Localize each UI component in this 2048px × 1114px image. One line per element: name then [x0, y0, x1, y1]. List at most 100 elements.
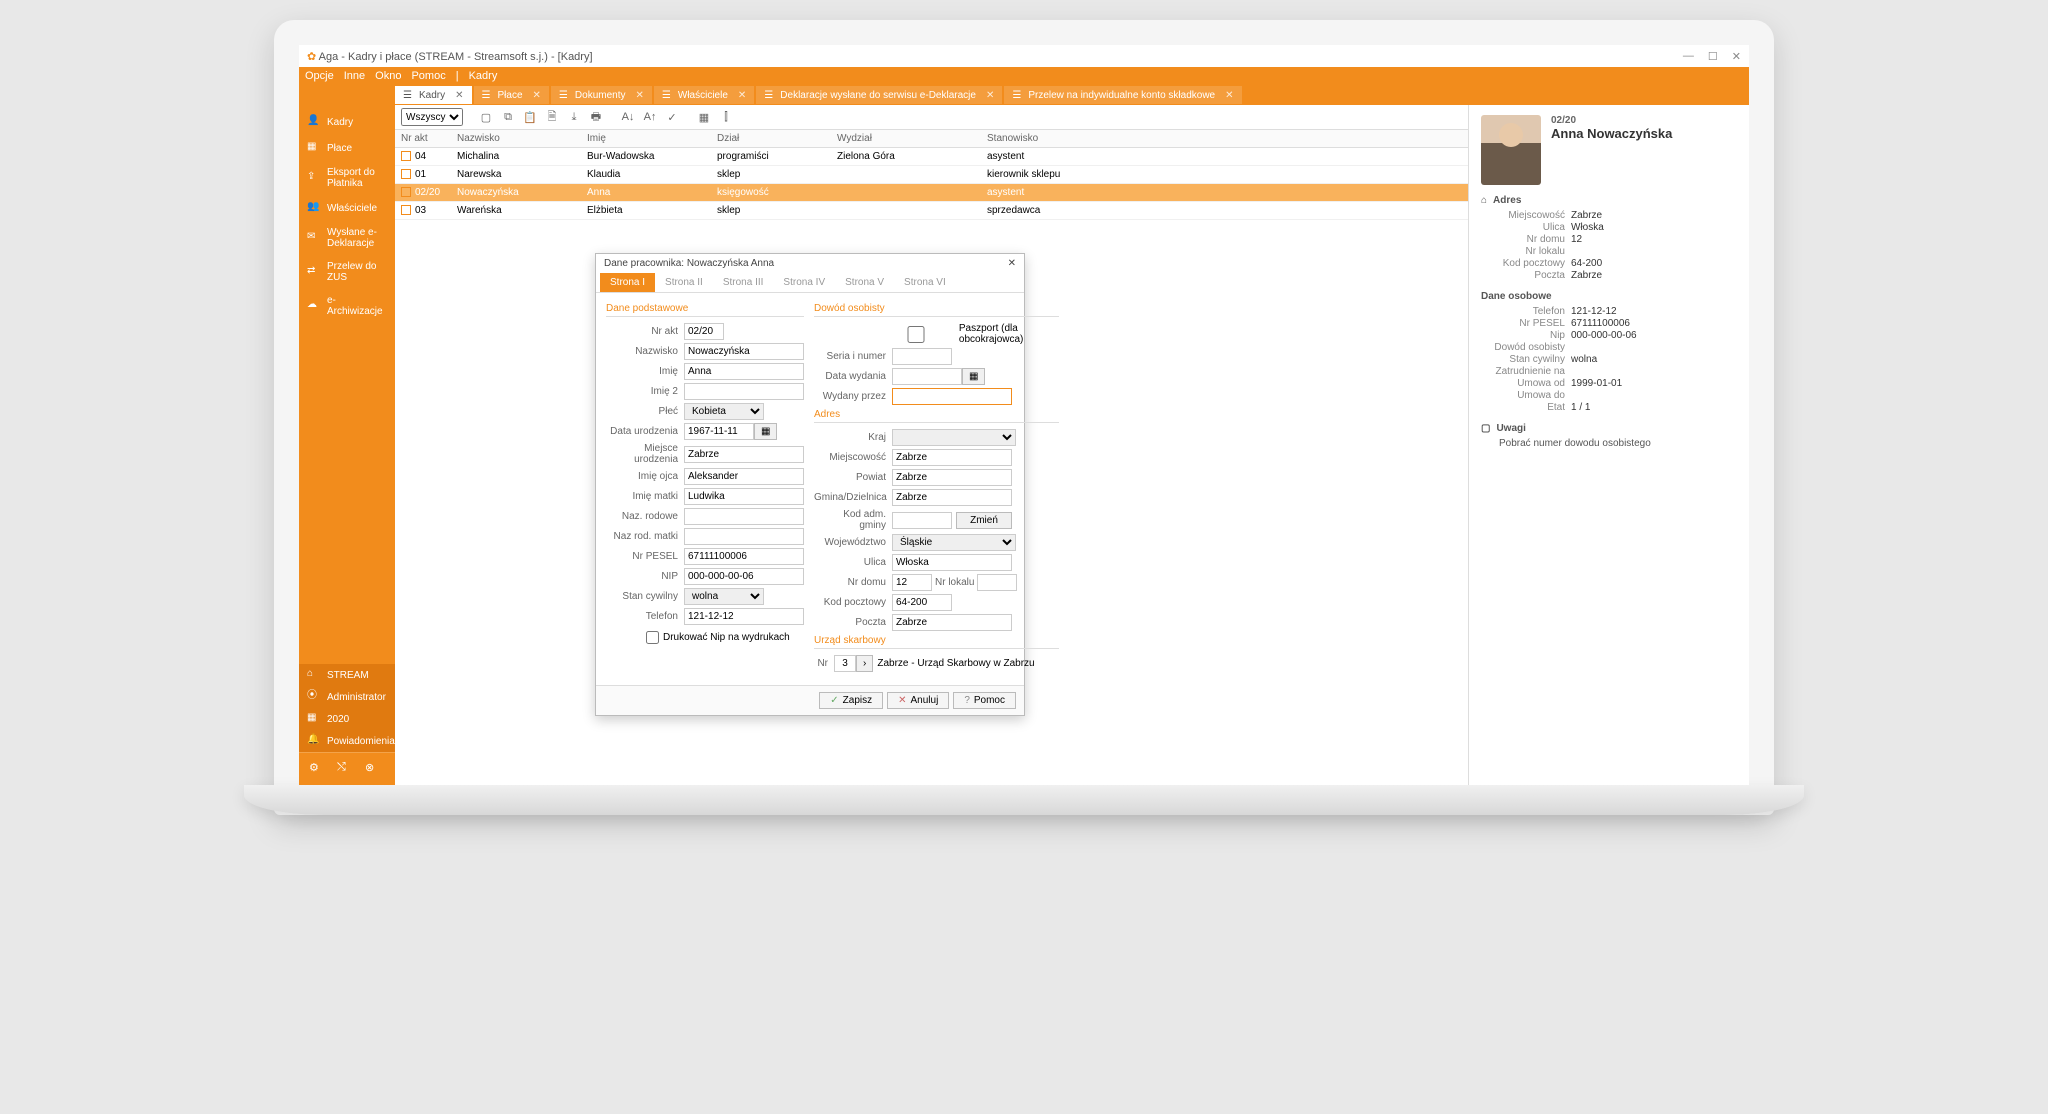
input-miejsce-ur[interactable] [684, 446, 804, 463]
tool-sort-asc[interactable]: A↓ [619, 108, 637, 126]
sidebar-item-przelew[interactable]: ⇄Przelew do ZUS [299, 255, 395, 289]
input-imie-matki[interactable] [684, 488, 804, 505]
input-data-wyd[interactable] [892, 368, 962, 385]
sidebar-bottom-powiadomienia[interactable]: 🔔Powiadomienia [299, 730, 395, 752]
input-telefon[interactable] [684, 608, 804, 625]
tab-kadry[interactable]: ☰Kadry✕ [395, 86, 472, 104]
col-dzial[interactable]: Dział [711, 130, 831, 148]
tab-wlasciciele[interactable]: ☰Właściciele✕ [654, 86, 754, 104]
menu-inne[interactable]: Inne [344, 70, 365, 82]
tab-dokumenty[interactable]: ☰Dokumenty✕ [551, 86, 652, 104]
btn-zmien[interactable]: Zmień [956, 512, 1012, 529]
sidebar-item-wyslane[interactable]: ✉Wysłane e-Deklaracje [299, 221, 395, 255]
btn-zapisz[interactable]: ✓Zapisz [819, 692, 883, 709]
tool-delete[interactable]: 🗎 [543, 108, 561, 126]
tool-paste[interactable]: 📋 [521, 108, 539, 126]
input-urzad-nr[interactable] [834, 655, 856, 672]
col-stanowisko[interactable]: Stanowisko [981, 130, 1468, 148]
table-row[interactable]: 04MichalinaBur-WadowskaprogramiściZielon… [395, 148, 1468, 166]
input-nip[interactable] [684, 568, 804, 585]
input-naz-matki[interactable] [684, 528, 804, 545]
input-imie[interactable] [684, 363, 804, 380]
gear-icon[interactable]: ⚙ [309, 761, 325, 777]
table-row[interactable]: 02/20NowaczyńskaAnnaksięgowośćasystent [395, 184, 1468, 202]
input-imie2[interactable] [684, 383, 804, 400]
chk-drukowac-nip[interactable] [646, 631, 659, 644]
tab-przelew[interactable]: ☰Przelew na indywidualne konto składkowe… [1004, 86, 1241, 104]
input-kod-poczt[interactable] [892, 594, 952, 611]
col-wydzial[interactable]: Wydział [831, 130, 981, 148]
input-nr-domu[interactable] [892, 574, 932, 591]
sidebar-item-kadry[interactable]: 👤Kadry [299, 109, 395, 135]
select-woj[interactable]: Śląskie [892, 534, 1016, 551]
input-data-ur[interactable] [684, 423, 754, 440]
chk-paszport[interactable] [876, 326, 956, 343]
dlg-tab-2[interactable]: Strona II [655, 273, 713, 292]
input-miejscowosc[interactable] [892, 449, 1012, 466]
col-nazwisko[interactable]: Nazwisko [451, 130, 581, 148]
btn-anuluj[interactable]: ✕Anuluj [887, 692, 949, 709]
input-wydany[interactable] [892, 388, 1012, 405]
select-stan-cyw[interactable]: wolna [684, 588, 764, 605]
owners-icon: 👥 [307, 201, 321, 215]
filter-select[interactable]: Wszyscy [401, 108, 463, 126]
sidebar-bottom-year[interactable]: ▦2020 [299, 708, 395, 730]
tab-place[interactable]: ☰Płace✕ [474, 86, 549, 104]
dlg-tab-1[interactable]: Strona I [600, 273, 655, 292]
sidebar-bottom-stream[interactable]: ⌂STREAM [299, 664, 395, 686]
tool-check[interactable]: ✓ [663, 108, 681, 126]
window-maximize[interactable]: ☐ [1708, 50, 1718, 63]
money-icon: ▦ [307, 141, 321, 155]
dlg-tab-6[interactable]: Strona VI [894, 273, 956, 292]
input-seria[interactable] [892, 348, 952, 365]
table-row[interactable]: 03WareńskaElżbietasklepsprzedawca [395, 202, 1468, 220]
sidebar-item-archiwizacje[interactable]: ☁e-Archiwizacje [299, 289, 395, 323]
tool-print[interactable]: 🖶 [587, 108, 605, 126]
close-footer-icon[interactable]: ⊗ [365, 761, 381, 777]
shuffle-icon[interactable]: ⤭ [337, 761, 353, 777]
calendar-button[interactable]: ▦ [754, 423, 777, 440]
input-nazwisko[interactable] [684, 343, 804, 360]
employee-dialog: Dane pracownika: Nowaczyńska Anna ✕ Stro… [595, 253, 1025, 716]
input-powiat[interactable] [892, 469, 1012, 486]
tool-columns[interactable]: ⫿ [717, 108, 735, 126]
tool-export[interactable]: ⤓ [565, 108, 583, 126]
input-nr-lokalu[interactable] [977, 574, 1017, 591]
dlg-tab-5[interactable]: Strona V [835, 273, 894, 292]
tool-grid[interactable]: ▦ [695, 108, 713, 126]
col-nr[interactable]: Nr akt [395, 130, 451, 148]
dialog-close[interactable]: ✕ [1008, 258, 1016, 269]
input-gmina[interactable] [892, 489, 1012, 506]
menu-okno[interactable]: Okno [375, 70, 401, 82]
select-kraj[interactable] [892, 429, 1016, 446]
input-ulica[interactable] [892, 554, 1012, 571]
input-poczta[interactable] [892, 614, 1012, 631]
dlg-tab-3[interactable]: Strona III [713, 273, 774, 292]
menu-kadry[interactable]: Kadry [469, 70, 498, 82]
sidebar-item-wlasciciele[interactable]: 👥Właściciele [299, 195, 395, 221]
input-imie-ojca[interactable] [684, 468, 804, 485]
calendar-button-2[interactable]: ▦ [962, 368, 985, 385]
tab-edeklaracje[interactable]: ☰Deklaracje wysłane do serwisu e-Deklara… [756, 86, 1002, 104]
sidebar-bottom-admin[interactable]: ⦿Administrator [299, 686, 395, 708]
dlg-tab-4[interactable]: Strona IV [773, 273, 835, 292]
input-kod-adm[interactable] [892, 512, 952, 529]
sidebar-item-eksport[interactable]: ⇪Eksport do Płatnika [299, 161, 395, 195]
tool-new[interactable]: ▢ [477, 108, 495, 126]
tool-copy[interactable]: ⧉ [499, 108, 517, 126]
input-naz-rod[interactable] [684, 508, 804, 525]
window-close[interactable]: ✕ [1732, 50, 1741, 63]
input-nr-akt[interactable] [684, 323, 724, 340]
menu-opcje[interactable]: Opcje [305, 70, 334, 82]
sidebar-item-place[interactable]: ▦Płace [299, 135, 395, 161]
menu-pomoc[interactable]: Pomoc [411, 70, 445, 82]
btn-urzad-next[interactable]: › [856, 655, 873, 672]
tool-sort-desc[interactable]: A↑ [641, 108, 659, 126]
btn-pomoc[interactable]: ?Pomoc [953, 692, 1016, 709]
detail-name: Anna Nowaczyńska [1551, 126, 1672, 141]
select-plec[interactable]: Kobieta [684, 403, 764, 420]
input-pesel[interactable] [684, 548, 804, 565]
table-row[interactable]: 01NarewskaKlaudiasklepkierownik sklepu [395, 166, 1468, 184]
window-minimize[interactable]: — [1683, 50, 1694, 63]
col-imie[interactable]: Imię [581, 130, 711, 148]
